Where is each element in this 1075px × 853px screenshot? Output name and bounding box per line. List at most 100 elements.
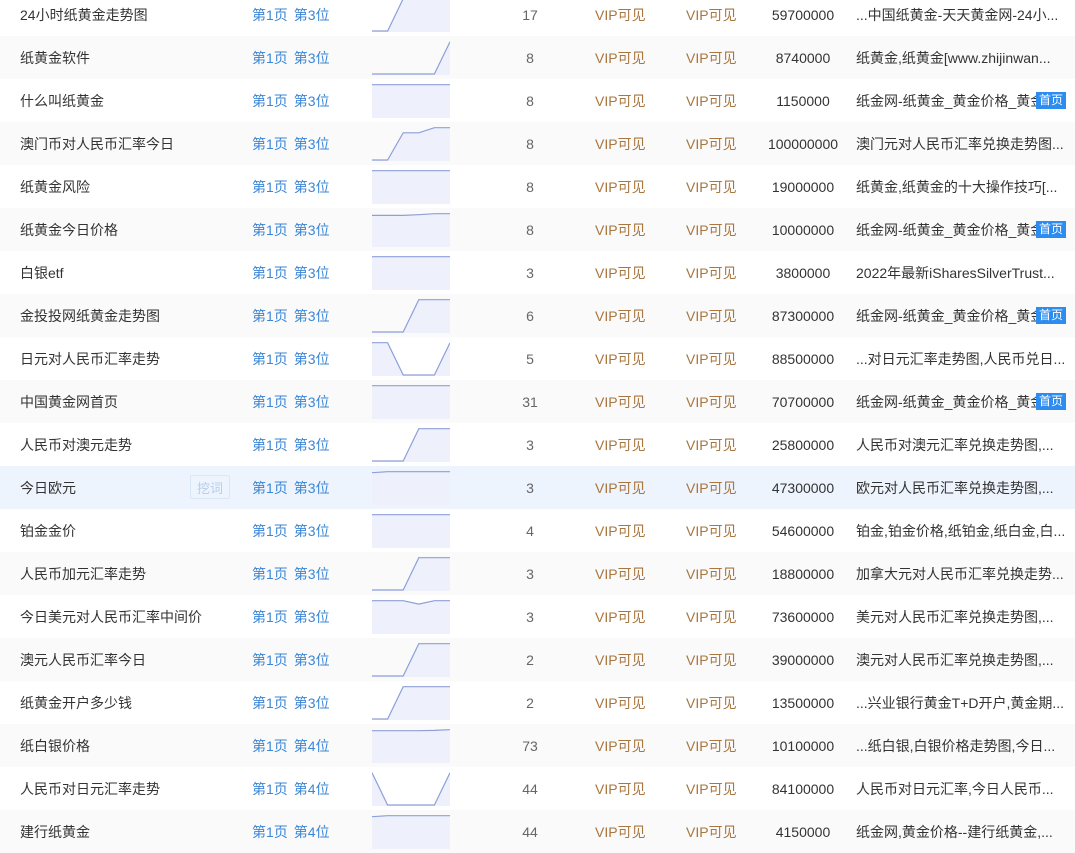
vip-cell[interactable]: VIP可见 <box>595 208 655 251</box>
vip-cell[interactable]: VIP可见 <box>595 251 655 294</box>
vip-cell[interactable]: VIP可见 <box>595 0 655 36</box>
vip-cell[interactable]: VIP可见 <box>686 423 746 466</box>
vip-cell[interactable]: VIP可见 <box>595 810 655 853</box>
keyword-cell[interactable]: 铂金金价 <box>20 509 180 552</box>
keyword-cell[interactable]: 纸黄金软件 <box>20 36 180 79</box>
keyword-cell[interactable]: 白银etf <box>20 251 180 294</box>
rank-link[interactable]: 第1页 第4位 <box>252 767 362 810</box>
vip-cell[interactable]: VIP可见 <box>686 595 746 638</box>
page-title-cell[interactable]: 纸金网-纸黄金_黄金价格_黄金 首页 <box>856 380 1066 423</box>
vip-cell[interactable]: VIP可见 <box>686 294 746 337</box>
vip-cell[interactable]: VIP可见 <box>686 466 746 509</box>
vip-cell[interactable]: VIP可见 <box>686 380 746 423</box>
page-title-cell[interactable]: 纸金网-纸黄金_黄金价格_黄金 首页 <box>856 294 1066 337</box>
vip-cell[interactable]: VIP可见 <box>686 337 746 380</box>
page-title-cell[interactable]: 纸黄金,纸黄金的十大操作技巧[... <box>856 165 1066 208</box>
keyword-cell[interactable]: 今日美元对人民币汇率中间价 <box>20 595 202 638</box>
keyword-cell[interactable]: 人民币对澳元走势 <box>20 423 180 466</box>
vip-cell[interactable]: VIP可见 <box>595 638 655 681</box>
vip-cell[interactable]: VIP可见 <box>595 724 655 767</box>
rank-link[interactable]: 第1页 第3位 <box>252 595 362 638</box>
page-title-cell[interactable]: 欧元对人民币汇率兑换走势图,... <box>856 466 1066 509</box>
rank-link[interactable]: 第1页 第3位 <box>252 423 362 466</box>
rank-link[interactable]: 第1页 第3位 <box>252 165 362 208</box>
rank-link[interactable]: 第1页 第3位 <box>252 681 362 724</box>
vip-cell[interactable]: VIP可见 <box>595 466 655 509</box>
page-title-cell[interactable]: 纸金网-纸黄金_黄金价格_黄金 首页 <box>856 79 1066 122</box>
vip-cell[interactable]: VIP可见 <box>686 810 746 853</box>
page-title-cell[interactable]: ...纸白银,白银价格走势图,今日... <box>856 724 1066 767</box>
rank-link[interactable]: 第1页 第3位 <box>252 122 362 165</box>
rank-link[interactable]: 第1页 第3位 <box>252 294 362 337</box>
keyword-cell[interactable]: 纸白银价格 <box>20 724 180 767</box>
vip-cell[interactable]: VIP可见 <box>686 208 746 251</box>
vip-cell[interactable]: VIP可见 <box>595 509 655 552</box>
vip-cell[interactable]: VIP可见 <box>595 165 655 208</box>
vip-cell[interactable]: VIP可见 <box>595 552 655 595</box>
page-title-cell[interactable]: 人民币对日元汇率,今日人民币... <box>856 767 1066 810</box>
rank-link[interactable]: 第1页 第3位 <box>252 0 362 36</box>
keyword-cell[interactable]: 今日欧元 <box>20 466 180 509</box>
rank-link[interactable]: 第1页 第3位 <box>252 208 362 251</box>
page-title-cell[interactable]: 加拿大元对人民币汇率兑换走势... <box>856 552 1066 595</box>
rank-link[interactable]: 第1页 第3位 <box>252 552 362 595</box>
vip-cell[interactable]: VIP可见 <box>595 122 655 165</box>
rank-link[interactable]: 第1页 第3位 <box>252 79 362 122</box>
vip-cell[interactable]: VIP可见 <box>595 79 655 122</box>
vip-cell[interactable]: VIP可见 <box>686 724 746 767</box>
rank-link[interactable]: 第1页 第3位 <box>252 509 362 552</box>
rank-link[interactable]: 第1页 第4位 <box>252 724 362 767</box>
rank-link[interactable]: 第1页 第3位 <box>252 337 362 380</box>
page-title-cell[interactable]: 澳元对人民币汇率兑换走势图,... <box>856 638 1066 681</box>
vip-cell[interactable]: VIP可见 <box>686 165 746 208</box>
vip-cell[interactable]: VIP可见 <box>686 552 746 595</box>
page-title-cell[interactable]: 美元对人民币汇率兑换走势图,... <box>856 595 1066 638</box>
page-title-cell[interactable]: 铂金,铂金价格,纸铂金,纸白金,白... <box>856 509 1066 552</box>
vip-cell[interactable]: VIP可见 <box>595 423 655 466</box>
rank-link[interactable]: 第1页 第3位 <box>252 466 362 509</box>
vip-cell[interactable]: VIP可见 <box>686 79 746 122</box>
page-title-cell[interactable]: 人民币对澳元汇率兑换走势图,... <box>856 423 1066 466</box>
vip-cell[interactable]: VIP可见 <box>595 595 655 638</box>
page-title-cell[interactable]: ...兴业银行黄金T+D开户,黄金期... <box>856 681 1066 724</box>
keyword-cell[interactable]: 什么叫纸黄金 <box>20 79 180 122</box>
page-title-cell[interactable]: 纸金网-纸黄金_黄金价格_黄金 首页 <box>856 208 1066 251</box>
keyword-cell[interactable]: 纸黄金风险 <box>20 165 180 208</box>
vip-cell[interactable]: VIP可见 <box>595 380 655 423</box>
vip-cell[interactable]: VIP可见 <box>686 251 746 294</box>
vip-cell[interactable]: VIP可见 <box>595 36 655 79</box>
page-title-cell[interactable]: ...对日元汇率走势图,人民币兑日... <box>856 337 1066 380</box>
page-title-cell[interactable]: ...中国纸黄金-天天黄金网-24小... <box>856 0 1066 36</box>
vip-cell[interactable]: VIP可见 <box>595 767 655 810</box>
vip-cell[interactable]: VIP可见 <box>686 509 746 552</box>
page-title-cell[interactable]: 2022年最新iSharesSilverTrust... <box>856 251 1066 294</box>
keyword-cell[interactable]: 澳门币对人民币汇率今日 <box>20 122 180 165</box>
vip-cell[interactable]: VIP可见 <box>686 638 746 681</box>
keyword-cell[interactable]: 澳元人民币汇率今日 <box>20 638 180 681</box>
keyword-cell[interactable]: 24小时纸黄金走势图 <box>20 0 180 36</box>
keyword-cell[interactable]: 建行纸黄金 <box>20 810 180 853</box>
vip-cell[interactable]: VIP可见 <box>595 294 655 337</box>
keyword-cell[interactable]: 纸黄金开户多少钱 <box>20 681 180 724</box>
keyword-cell[interactable]: 中国黄金网首页 <box>20 380 180 423</box>
keyword-cell[interactable]: 纸黄金今日价格 <box>20 208 180 251</box>
vip-cell[interactable]: VIP可见 <box>686 36 746 79</box>
vip-cell[interactable]: VIP可见 <box>686 0 746 36</box>
rank-link[interactable]: 第1页 第4位 <box>252 810 362 853</box>
rank-link[interactable]: 第1页 第3位 <box>252 251 362 294</box>
page-title-cell[interactable]: 澳门元对人民币汇率兑换走势图... <box>856 122 1066 165</box>
keyword-cell[interactable]: 金投投网纸黄金走势图 <box>20 294 180 337</box>
vip-cell[interactable]: VIP可见 <box>595 681 655 724</box>
vip-cell[interactable]: VIP可见 <box>686 767 746 810</box>
vip-cell[interactable]: VIP可见 <box>686 681 746 724</box>
keyword-cell[interactable]: 日元对人民币汇率走势 <box>20 337 180 380</box>
page-title-cell[interactable]: 纸金网,黄金价格--建行纸黄金,... <box>856 810 1066 853</box>
wa-button[interactable]: 挖词 <box>190 475 230 499</box>
keyword-cell[interactable]: 人民币对日元汇率走势 <box>20 767 180 810</box>
page-title-cell[interactable]: 纸黄金,纸黄金[www.zhijinwan... <box>856 36 1066 79</box>
rank-link[interactable]: 第1页 第3位 <box>252 36 362 79</box>
rank-link[interactable]: 第1页 第3位 <box>252 380 362 423</box>
vip-cell[interactable]: VIP可见 <box>686 122 746 165</box>
rank-link[interactable]: 第1页 第3位 <box>252 638 362 681</box>
vip-cell[interactable]: VIP可见 <box>595 337 655 380</box>
